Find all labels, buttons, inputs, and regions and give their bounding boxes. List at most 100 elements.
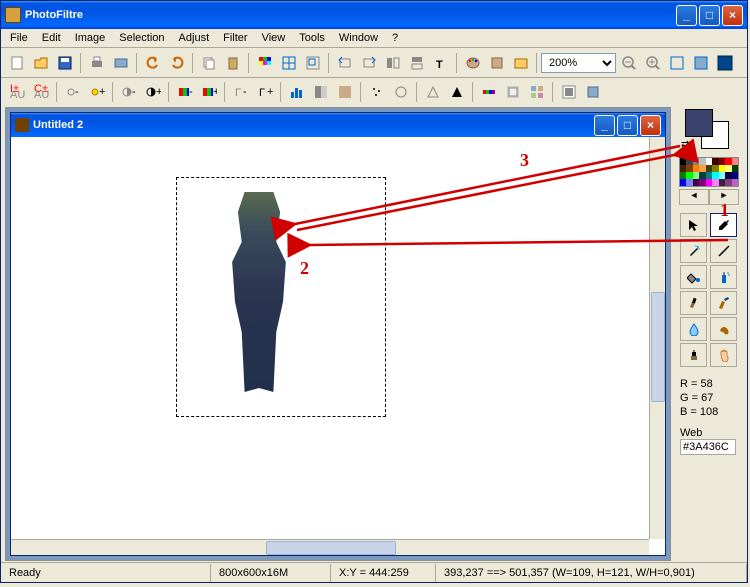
- menu-image[interactable]: Image: [68, 30, 113, 46]
- palette-swatch[interactable]: [732, 172, 738, 179]
- rotate-left-icon[interactable]: [333, 51, 356, 74]
- bucket-tool[interactable]: [680, 265, 707, 289]
- histogram-icon[interactable]: [285, 81, 308, 104]
- palette-nav: ◄ ►: [679, 189, 739, 205]
- menu-tools[interactable]: Tools: [292, 30, 332, 46]
- text-icon[interactable]: T: [429, 51, 452, 74]
- svg-text:+: +: [267, 86, 273, 98]
- new-icon[interactable]: [5, 51, 28, 74]
- zoom-in-icon[interactable]: [641, 51, 664, 74]
- dust-icon[interactable]: [365, 81, 388, 104]
- vertical-scrollbar[interactable]: [649, 137, 665, 539]
- minimize-button[interactable]: _: [676, 5, 697, 26]
- doc-maximize-button[interactable]: □: [617, 115, 638, 136]
- smudge-tool[interactable]: [710, 317, 737, 341]
- contrast-minus-icon[interactable]: -: [117, 81, 140, 104]
- vscroll-thumb[interactable]: [651, 292, 665, 402]
- menu-adjust[interactable]: Adjust: [172, 30, 217, 46]
- auto-levels-icon[interactable]: I±AUTO: [5, 81, 28, 104]
- wand-tool[interactable]: [680, 239, 707, 263]
- scan-icon[interactable]: [109, 51, 132, 74]
- palette-swatch[interactable]: [732, 179, 738, 186]
- flip-v-icon[interactable]: [405, 51, 428, 74]
- toolbar-filters: I±AUTO C±AUTO - + - + - + Γ- Γ+: [1, 78, 747, 106]
- pointer-tool[interactable]: [680, 213, 707, 237]
- menu-edit[interactable]: Edit: [35, 30, 68, 46]
- advanced-brush-tool[interactable]: [710, 291, 737, 315]
- color-palette[interactable]: [679, 157, 739, 187]
- copy-icon[interactable]: [197, 51, 220, 74]
- explore-icon[interactable]: [509, 51, 532, 74]
- grid-icon[interactable]: [277, 51, 300, 74]
- doc-icon: [15, 118, 29, 132]
- module2-icon[interactable]: [581, 81, 604, 104]
- palette-swatch[interactable]: [732, 158, 738, 165]
- menu-file[interactable]: File: [3, 30, 35, 46]
- status-selection: 393,237 ==> 501,357 (W=109, H=121, W/H=0…: [436, 564, 747, 582]
- web-color: Web: [680, 427, 738, 455]
- zoom-select[interactable]: 200%: [541, 53, 616, 73]
- swap-colors-icon[interactable]: ⇄: [681, 139, 689, 150]
- menu-help[interactable]: ?: [385, 30, 405, 46]
- rgb-readout: R = 58 G = 67 B = 108: [680, 377, 738, 419]
- canvas[interactable]: [11, 137, 649, 539]
- maximize-button[interactable]: □: [699, 5, 720, 26]
- save-icon[interactable]: [53, 51, 76, 74]
- brush-tool[interactable]: [680, 291, 707, 315]
- web-color-input[interactable]: [680, 439, 736, 455]
- rgb-icon[interactable]: [253, 51, 276, 74]
- foreground-color[interactable]: [685, 109, 713, 137]
- sat-minus-icon[interactable]: Γ-: [229, 81, 252, 104]
- print-icon[interactable]: [85, 51, 108, 74]
- hscroll-thumb[interactable]: [266, 541, 396, 555]
- open-icon[interactable]: [29, 51, 52, 74]
- menu-selection[interactable]: Selection: [112, 30, 171, 46]
- fullscreen-icon[interactable]: [713, 51, 736, 74]
- menu-view[interactable]: View: [255, 30, 293, 46]
- svg-text:Γ: Γ: [235, 87, 241, 99]
- gamma-minus-icon[interactable]: -: [173, 81, 196, 104]
- palette-prev-button[interactable]: ◄: [679, 189, 709, 205]
- eyedropper-tool[interactable]: [710, 213, 737, 237]
- grayscale-icon[interactable]: [309, 81, 332, 104]
- bright-plus-icon[interactable]: +: [85, 81, 108, 104]
- spray-tool[interactable]: [710, 265, 737, 289]
- sat-plus-icon[interactable]: Γ+: [253, 81, 276, 104]
- gamma-plus-icon[interactable]: +: [197, 81, 220, 104]
- menu-filter[interactable]: Filter: [216, 30, 254, 46]
- svg-text:-: -: [189, 86, 193, 98]
- resize-icon[interactable]: [301, 51, 324, 74]
- variations-icon[interactable]: [525, 81, 548, 104]
- actual-icon[interactable]: [689, 51, 712, 74]
- photomask-icon[interactable]: [557, 81, 580, 104]
- fit-icon[interactable]: [665, 51, 688, 74]
- doc-close-button[interactable]: ×: [640, 115, 661, 136]
- blur-icon[interactable]: [477, 81, 500, 104]
- rotate-right-icon[interactable]: [357, 51, 380, 74]
- relief-icon[interactable]: [501, 81, 524, 104]
- close-button[interactable]: ×: [722, 5, 743, 26]
- paste-icon[interactable]: [221, 51, 244, 74]
- flip-h-icon[interactable]: [381, 51, 404, 74]
- soft-icon[interactable]: [421, 81, 444, 104]
- undo-icon[interactable]: [141, 51, 164, 74]
- sharp-icon[interactable]: [445, 81, 468, 104]
- palette-icon[interactable]: [461, 51, 484, 74]
- clone-tool[interactable]: [680, 343, 707, 367]
- palette-swatch[interactable]: [732, 165, 738, 172]
- horizontal-scrollbar[interactable]: [11, 539, 649, 555]
- sepia-icon[interactable]: [333, 81, 356, 104]
- hand-tool[interactable]: [710, 343, 737, 367]
- bright-minus-icon[interactable]: -: [61, 81, 84, 104]
- line-tool[interactable]: [710, 239, 737, 263]
- contrast-plus-icon[interactable]: +: [141, 81, 164, 104]
- blur-tool[interactable]: [680, 317, 707, 341]
- module-icon[interactable]: [485, 51, 508, 74]
- zoom-out-icon[interactable]: [617, 51, 640, 74]
- auto-contrast-icon[interactable]: C±AUTO: [29, 81, 52, 104]
- doc-minimize-button[interactable]: _: [594, 115, 615, 136]
- redo-icon[interactable]: [165, 51, 188, 74]
- palette-next-button[interactable]: ►: [709, 189, 739, 205]
- menu-window[interactable]: Window: [332, 30, 385, 46]
- antidust-icon[interactable]: [389, 81, 412, 104]
